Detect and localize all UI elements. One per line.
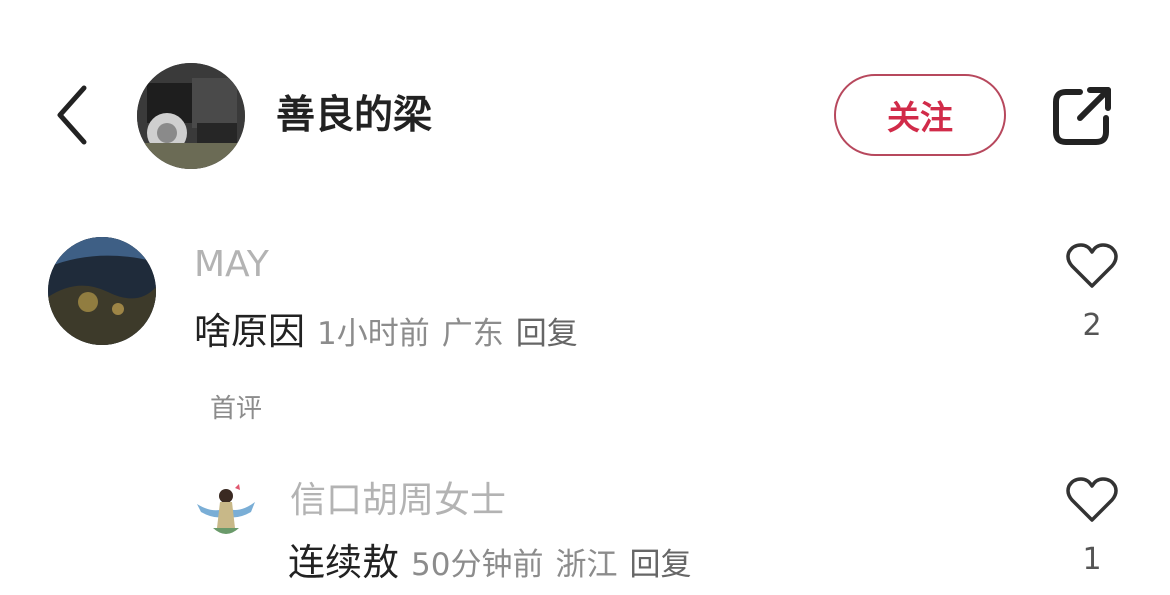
chevron-left-icon xyxy=(57,85,87,145)
comment-username[interactable]: MAY xyxy=(194,243,269,287)
like-count: 2 xyxy=(1082,308,1102,343)
comment-username[interactable]: 信口胡周女士 xyxy=(290,478,506,524)
share-button[interactable] xyxy=(1050,82,1116,148)
commenter-avatar[interactable] xyxy=(193,478,259,544)
like-button[interactable]: 2 xyxy=(1062,242,1122,344)
commenter-avatar-image xyxy=(48,237,156,345)
like-count: 1 xyxy=(1082,542,1102,577)
comment-body: 啥原因 1小时前 广东 回复 xyxy=(194,307,578,357)
comment-location: 浙江 xyxy=(555,547,618,583)
reply-button[interactable]: 回复 xyxy=(629,547,691,583)
comment-time: 1小时前 xyxy=(317,316,430,352)
comment-body: 连续敖 50分钟前 浙江 回复 xyxy=(288,538,691,588)
author-avatar[interactable] xyxy=(137,63,245,169)
first-comment-tag: 首评 xyxy=(210,394,263,424)
comment-text: 啥原因 xyxy=(194,310,305,353)
like-button[interactable]: 1 xyxy=(1062,476,1122,578)
reply-button[interactable]: 回复 xyxy=(516,316,578,352)
share-external-icon xyxy=(1053,87,1111,145)
author-name[interactable]: 善良的梁 xyxy=(276,88,432,144)
comment-location: 广东 xyxy=(441,316,504,352)
author-avatar-image xyxy=(137,63,245,169)
heart-outline-icon xyxy=(1066,477,1118,522)
commenter-avatar-image xyxy=(193,478,259,544)
follow-button[interactable]: 关注 xyxy=(834,74,1006,156)
back-button[interactable] xyxy=(48,80,96,150)
comment-text: 连续敖 xyxy=(288,541,399,584)
heart-outline-icon xyxy=(1066,243,1118,288)
comment-time: 50分钟前 xyxy=(411,547,544,583)
commenter-avatar[interactable] xyxy=(48,237,156,345)
